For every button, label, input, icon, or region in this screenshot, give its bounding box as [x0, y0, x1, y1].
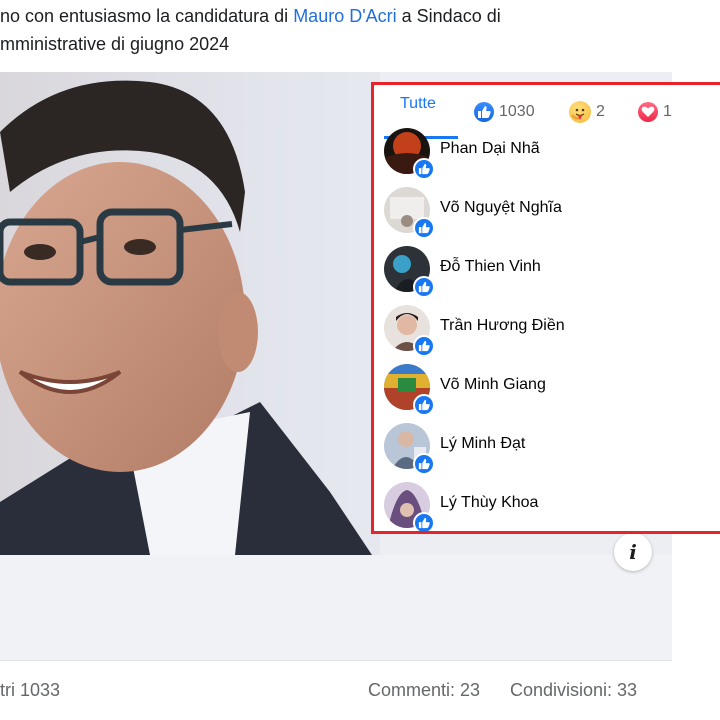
caption-line-1: no con entusiasmo la candidatura di Maur… — [0, 2, 501, 30]
reactions-count[interactable]: tri 1033 — [0, 680, 60, 701]
like-badge-icon — [413, 158, 435, 180]
list-item[interactable]: Đỗ Thien Vinh — [374, 246, 720, 298]
post-caption: no con entusiasmo la candidatura di Maur… — [0, 0, 720, 70]
care-icon — [569, 101, 591, 123]
like-badge-icon — [413, 335, 435, 357]
reactor-name[interactable]: Võ Minh Giang — [440, 376, 546, 394]
reactor-name[interactable]: Đỗ Thien Vinh — [440, 258, 541, 276]
like-badge-icon — [413, 217, 435, 239]
post-footer: tri 1033 Commenti: 23 Condivisioni: 33 — [0, 668, 720, 718]
like-badge-icon — [413, 276, 435, 298]
love-count: 1 — [663, 103, 672, 120]
list-item[interactable]: Phan Dại Nhã — [374, 128, 720, 180]
caption-line-2: mministrative di giugno 2024 — [0, 34, 230, 54]
like-badge-icon — [413, 453, 435, 475]
like-badge-icon — [413, 512, 435, 531]
list-item[interactable]: Võ Nguyệt Nghĩa — [374, 187, 720, 239]
info-icon[interactable]: i — [614, 533, 652, 571]
shares-count[interactable]: Condivisioni: 33 — [510, 680, 637, 701]
tab-all[interactable]: Tutte — [400, 95, 436, 129]
mention-link[interactable]: Mauro D'Acri — [293, 6, 396, 26]
like-badge-icon — [413, 394, 435, 416]
link-preview-area[interactable] — [0, 555, 672, 661]
reactor-name[interactable]: Lý Minh Đạt — [440, 435, 525, 453]
reactor-name[interactable]: Trần Hương Điền — [440, 317, 565, 335]
reactor-name[interactable]: Phan Dại Nhã — [440, 140, 540, 158]
list-item[interactable]: Võ Minh Giang — [374, 364, 720, 416]
tab-care[interactable]: 2 — [569, 95, 605, 129]
tab-love[interactable]: 1 — [638, 95, 672, 129]
caption-text-1: no con entusiasmo la candidatura di — [0, 6, 294, 26]
list-item[interactable]: Trần Hương Điền — [374, 305, 720, 357]
comments-count[interactable]: Commenti: 23 — [368, 680, 480, 701]
reactor-name[interactable]: Lý Thùy Khoa — [440, 494, 538, 512]
list-item[interactable]: Lý Minh Đạt — [374, 423, 720, 475]
like-icon — [474, 102, 494, 122]
list-item[interactable]: Lý Thùy Khoa — [374, 482, 720, 531]
reactor-name[interactable]: Võ Nguyệt Nghĩa — [440, 199, 562, 217]
tab-like[interactable]: 1030 — [474, 95, 535, 129]
like-count: 1030 — [499, 103, 535, 120]
care-count: 2 — [596, 103, 605, 120]
love-icon — [638, 102, 658, 122]
reactions-panel: Tutte 1030 2 1 Phan Dại Nhã Võ Nguyệt Ng… — [371, 82, 720, 534]
caption-text-2: a Sindaco di — [396, 6, 501, 26]
